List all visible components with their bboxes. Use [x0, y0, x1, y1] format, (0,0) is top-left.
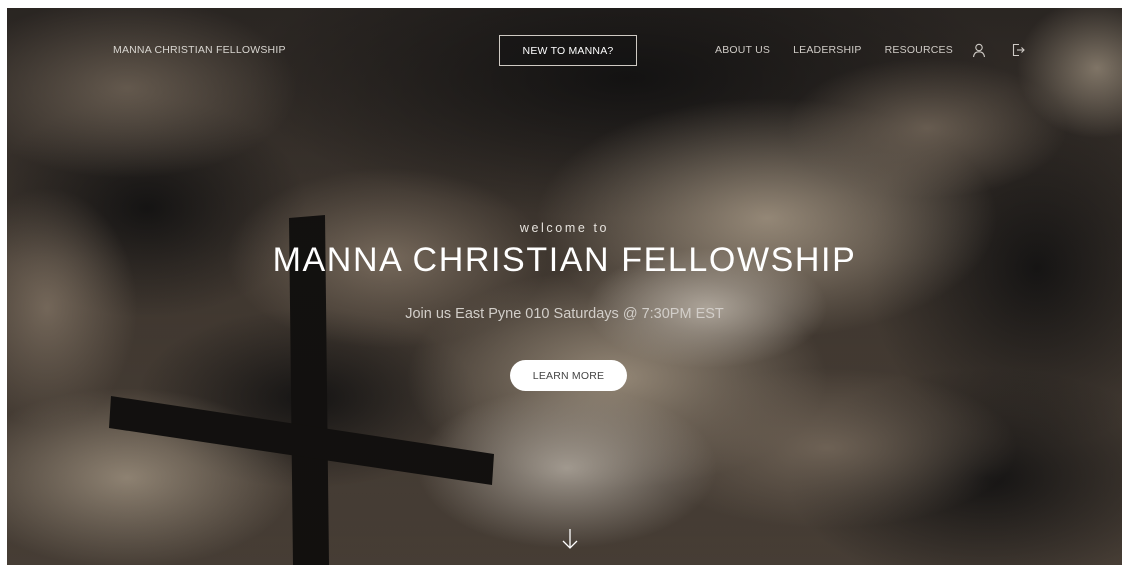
top-navigation: MANNA CHRISTIAN FELLOWSHIP NEW TO MANNA?… [7, 8, 1122, 94]
hero-eyebrow: welcome to [519, 221, 610, 235]
hero-subtitle: Join us East Pyne 010 Saturdays @ 7:30PM… [405, 306, 724, 322]
hero-title: MANNA CHRISTIAN FELLOWSHIP [272, 241, 857, 279]
user-icon[interactable] [971, 42, 987, 58]
nav-links: ABOUT US LEADERSHIP RESOURCES [715, 44, 953, 56]
logout-icon[interactable] [1010, 42, 1026, 58]
arrow-down-icon[interactable] [561, 528, 579, 550]
learn-more-button[interactable]: LEARN MORE [510, 360, 627, 391]
nav-link-about-us[interactable]: ABOUT US [715, 44, 770, 56]
nav-link-resources[interactable]: RESOURCES [885, 44, 953, 56]
brand-link[interactable]: MANNA CHRISTIAN FELLOWSHIP [113, 44, 286, 56]
new-to-manna-button[interactable]: NEW TO MANNA? [499, 35, 637, 66]
nav-link-leadership[interactable]: LEADERSHIP [793, 44, 862, 56]
page: MANNA CHRISTIAN FELLOWSHIP NEW TO MANNA?… [7, 8, 1122, 565]
